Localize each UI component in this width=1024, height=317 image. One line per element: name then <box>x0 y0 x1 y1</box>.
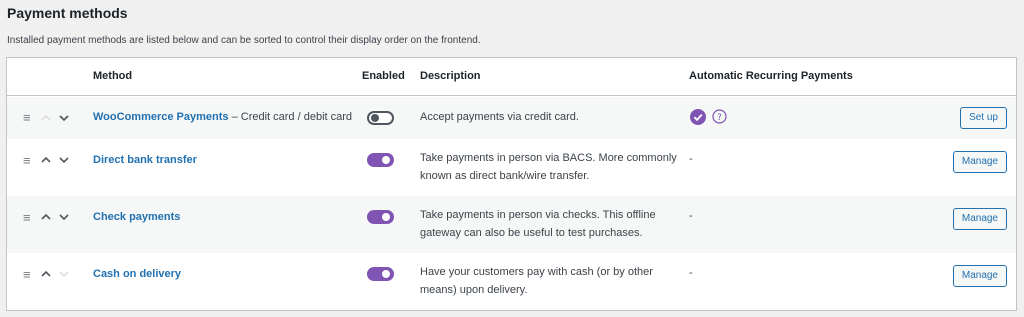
table-row: ≡ Check payments Take payments in person… <box>7 196 1016 253</box>
enabled-toggle[interactable] <box>367 210 394 224</box>
table-row: ≡ WooCommerce Payments – Credit card / d… <box>7 97 1016 139</box>
header-method: Method <box>93 70 133 82</box>
manage-button[interactable]: Manage <box>952 208 1007 230</box>
page-subtitle: Installed payment methods are listed bel… <box>7 35 481 46</box>
drag-handle-icon[interactable]: ≡ <box>23 154 31 167</box>
drag-handle-icon[interactable]: ≡ <box>23 268 31 281</box>
method-description: Take payments in person via checks. This… <box>420 209 656 239</box>
toggle-knob <box>382 156 390 164</box>
move-down-icon[interactable] <box>58 268 70 280</box>
drag-handle-icon[interactable]: ≡ <box>23 111 31 124</box>
check-circle-icon <box>690 109 706 125</box>
header-recurring: Automatic Recurring Payments <box>689 70 853 82</box>
toggle-knob <box>382 270 390 278</box>
svg-text:?: ? <box>717 113 722 123</box>
move-up-icon[interactable] <box>40 112 52 124</box>
toggle-knob <box>371 114 379 122</box>
help-circle-icon[interactable]: ? <box>712 109 727 124</box>
move-up-icon[interactable] <box>40 211 52 223</box>
toggle-knob <box>382 213 390 221</box>
recurring-value: - <box>689 153 693 165</box>
method-cell: Direct bank transfer <box>93 154 197 166</box>
method-cell: WooCommerce Payments – Credit card / deb… <box>93 111 352 123</box>
table-row: ≡ Direct bank transfer Take payments in … <box>7 139 1016 196</box>
payment-methods-table: Method Enabled Description Automatic Rec… <box>6 57 1017 311</box>
recurring-value: - <box>689 210 693 222</box>
manage-button[interactable]: Manage <box>952 151 1007 173</box>
method-link[interactable]: Direct bank transfer <box>93 154 197 166</box>
recurring-value: - <box>689 267 693 279</box>
header-description: Description <box>420 70 481 82</box>
method-description: Accept payments via credit card. <box>420 111 579 123</box>
enabled-toggle[interactable] <box>367 111 394 125</box>
enabled-toggle[interactable] <box>367 153 394 167</box>
method-description: Take payments in person via BACS. More c… <box>420 152 677 182</box>
move-down-icon[interactable] <box>58 154 70 166</box>
method-cell: Check payments <box>93 211 180 223</box>
table-header: Method Enabled Description Automatic Rec… <box>7 58 1016 96</box>
move-up-icon[interactable] <box>40 154 52 166</box>
move-down-icon[interactable] <box>58 112 70 124</box>
table-row: ≡ Cash on delivery Have your customers p… <box>7 253 1016 311</box>
move-up-icon[interactable] <box>40 268 52 280</box>
setup-button[interactable]: Set up <box>960 107 1007 129</box>
method-suffix: – Credit card / debit card <box>228 111 353 123</box>
page-title: Payment methods <box>7 5 128 21</box>
move-down-icon[interactable] <box>58 211 70 223</box>
method-link[interactable]: Check payments <box>93 211 180 223</box>
manage-button[interactable]: Manage <box>952 265 1007 287</box>
method-link[interactable]: Cash on delivery <box>93 268 181 280</box>
method-description: Have your customers pay with cash (or by… <box>420 266 653 296</box>
header-enabled: Enabled <box>362 70 405 82</box>
drag-handle-icon[interactable]: ≡ <box>23 211 31 224</box>
method-link[interactable]: WooCommerce Payments <box>93 111 229 123</box>
enabled-toggle[interactable] <box>367 267 394 281</box>
method-cell: Cash on delivery <box>93 268 181 280</box>
